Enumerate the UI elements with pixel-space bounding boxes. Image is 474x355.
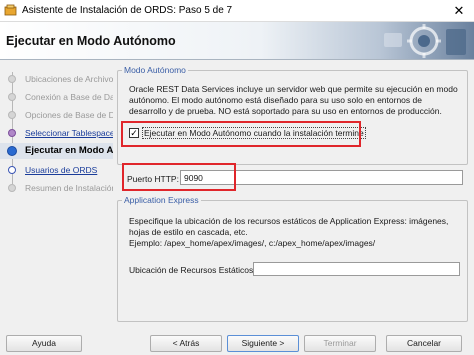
next-button[interactable]: Siguiente > [227,335,299,352]
step-bullet-icon [8,93,16,101]
nav-step-db-connection: Conexión a Base de Dat [0,90,113,104]
step-banner: Ejecutar en Modo Autónomo [0,22,474,60]
standalone-description: Oracle REST Data Services incluye un ser… [129,84,458,116]
page-title: Ejecutar en Modo Autónomo [6,34,176,48]
apex-example-text: Ejemplo: /apex_home/apex/images/, c:/ape… [129,238,376,248]
gear-graphic-icon [384,24,466,58]
apex-description-text: Especifique la ubicación de los recursos… [129,216,449,237]
step-bullet-icon [8,75,16,83]
step-bullet-icon [8,184,16,192]
finish-button: Terminar [304,335,376,352]
window-title: Asistente de Instalación de ORDS: Paso 5… [22,5,233,16]
nav-step-db-options: Opciones de Base de Da [0,108,113,122]
step-bullet-icon [8,129,16,137]
close-button[interactable]: ✕ [444,0,474,22]
main-panel: Modo Autónomo Oracle REST Data Services … [117,62,468,330]
current-step-icon [7,146,17,156]
back-button[interactable]: < Atrás [150,335,222,352]
nav-step-ords-users[interactable]: Usuarios de ORDS [0,163,113,177]
nav-step-tablespaces[interactable]: Seleccionar Tablespaces [0,126,113,140]
static-resources-input[interactable] [253,262,460,276]
apex-description: Especifique la ubicación de los recursos… [129,216,459,249]
step-bullet-icon [8,111,16,119]
application-express-group: Application Express [117,195,468,322]
nav-step-summary: Resumen de Instalación [0,181,113,195]
apex-legend: Application Express [124,195,199,205]
standalone-legend: Modo Autónomo [124,65,186,75]
cancel-button[interactable]: Cancelar [386,335,462,352]
highlight-box-port [122,163,236,191]
wizard-steps-nav: Ubicaciones de Archivo de Conexión a Bas… [0,62,113,330]
installer-icon [4,4,17,16]
window-titlebar: Asistente de Instalación de ORDS: Paso 5… [0,0,474,22]
nav-step-standalone-mode[interactable]: Ejecutar en Modo Au [0,143,113,159]
step-bullet-icon [8,166,16,174]
highlight-box-checkbox [121,121,361,147]
wizard-footer: Ayuda < Atrás Siguiente > Terminar Cance… [0,330,474,355]
help-button[interactable]: Ayuda [6,335,82,352]
static-resources-label: Ubicación de Recursos Estáticos: [129,265,256,275]
nav-step-file-locations: Ubicaciones de Archivo de [0,72,113,86]
